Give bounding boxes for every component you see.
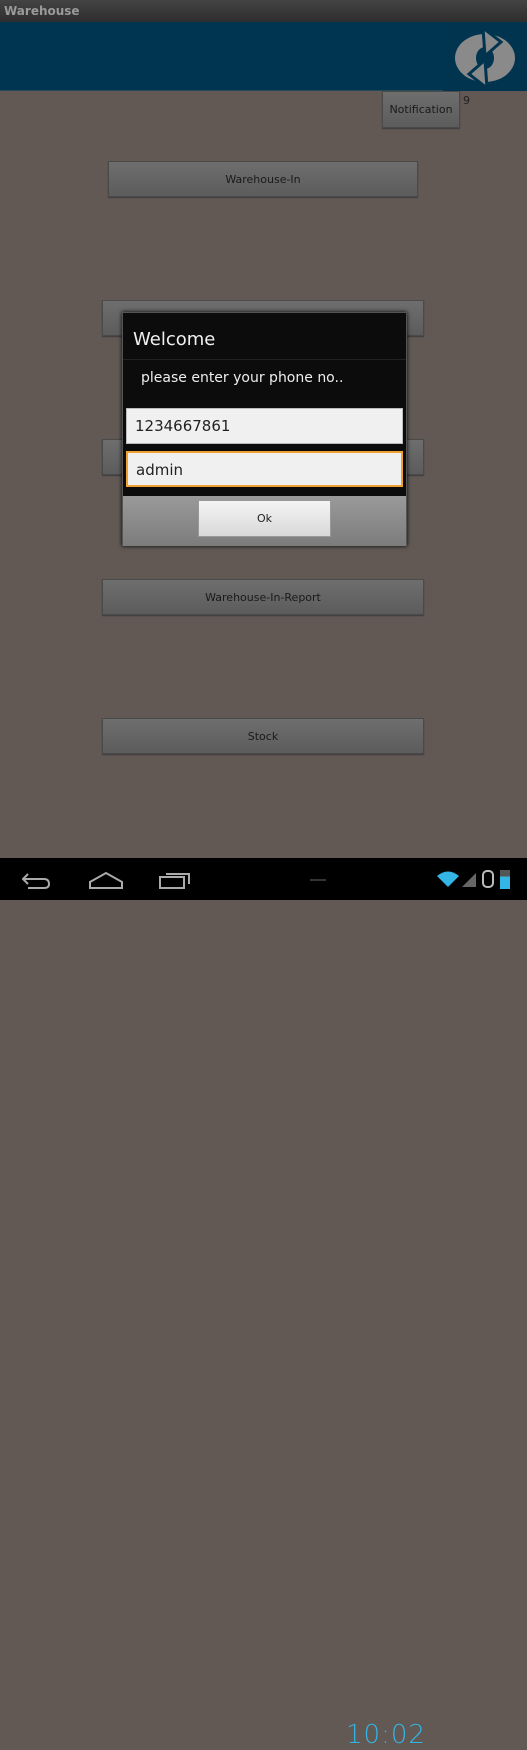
- bluetooth-icon: [482, 870, 494, 888]
- back-icon[interactable]: [20, 870, 52, 890]
- wifi-icon: [437, 871, 459, 887]
- stock-button[interactable]: Stock: [102, 718, 424, 754]
- dialog-divider: [123, 359, 406, 360]
- ok-button[interactable]: Ok: [198, 500, 331, 537]
- sync-icon[interactable]: [443, 22, 527, 92]
- app-title-bar: Warehouse: [0, 0, 527, 22]
- home-icon[interactable]: [88, 870, 124, 890]
- phone-input[interactable]: 1234667861: [126, 408, 403, 444]
- notification-button[interactable]: Notification: [382, 91, 460, 128]
- notification-count: 9: [463, 94, 470, 107]
- menu-indicator: [310, 879, 326, 881]
- warehouse-in-report-button[interactable]: Warehouse-In-Report: [102, 579, 424, 615]
- warehouse-in-button[interactable]: Warehouse-In: [108, 161, 418, 197]
- battery-icon: [500, 870, 510, 889]
- welcome-dialog: Welcome please enter your phone no.. 123…: [122, 312, 407, 546]
- recent-apps-icon[interactable]: [158, 870, 192, 890]
- clock: 10:02: [346, 1720, 426, 1750]
- dialog-title: Welcome: [133, 329, 216, 350]
- password-input[interactable]: admin: [126, 451, 403, 487]
- signal-icon: [462, 873, 476, 887]
- system-nav-bar: 10:02: [0, 858, 527, 1750]
- dialog-message: please enter your phone no..: [141, 370, 344, 386]
